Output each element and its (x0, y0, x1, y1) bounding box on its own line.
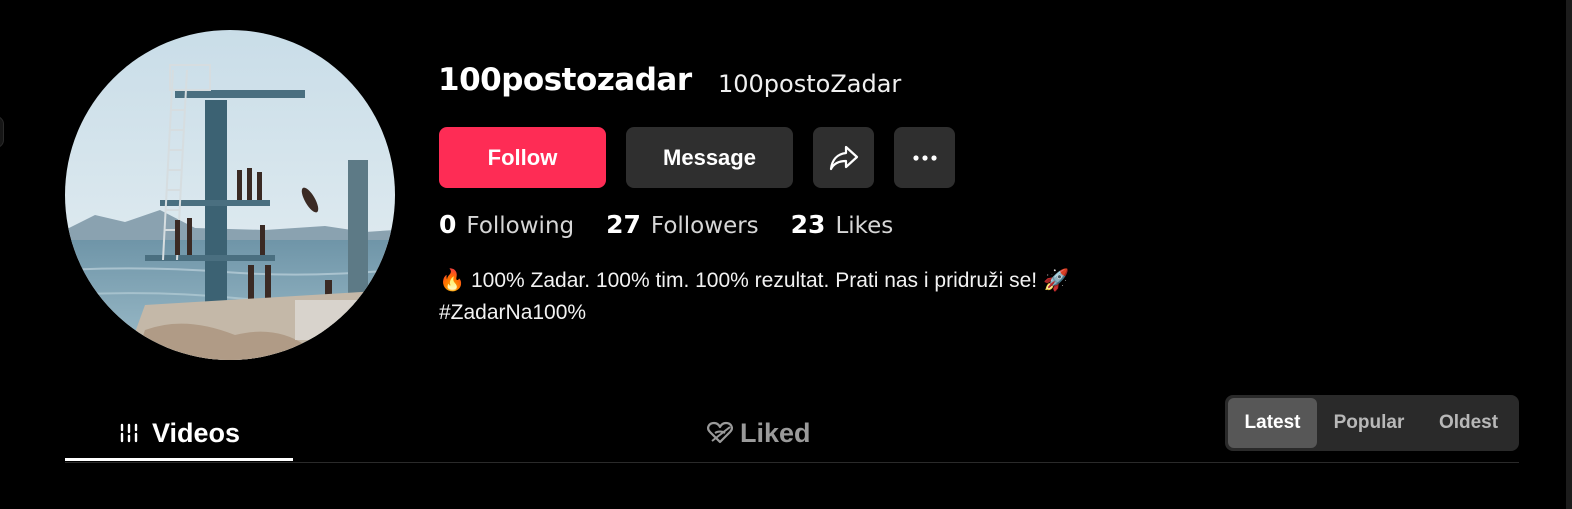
avatar (65, 30, 395, 360)
tab-liked[interactable]: Liked (706, 404, 811, 462)
rocket-emoji-icon: 🚀 (1042, 269, 1070, 292)
more-options-button[interactable] (894, 127, 955, 188)
collapsed-panel-handle[interactable] (0, 116, 4, 148)
share-icon (829, 145, 858, 170)
tab-liked-label: Liked (740, 417, 811, 448)
likes-stat: 23 Likes (791, 210, 894, 239)
bio-hashtag[interactable]: #ZadarNa100% (439, 297, 586, 329)
message-button[interactable]: Message (626, 127, 793, 188)
followers-label: Followers (650, 213, 759, 239)
followers-stat[interactable]: 27 Followers (606, 210, 759, 239)
hidden-heart-icon (707, 421, 733, 444)
tab-videos-label: Videos (152, 417, 241, 448)
likes-label: Likes (835, 213, 894, 239)
profile-stats: 0 Following 27 Followers 23 Likes (439, 210, 925, 239)
active-tab-indicator (65, 458, 293, 461)
profile-bio: 🔥 100% Zadar. 100% tim. 100% rezultat. P… (439, 265, 1069, 329)
follow-button[interactable]: Follow (439, 127, 606, 188)
share-button[interactable] (813, 127, 874, 188)
tab-videos[interactable]: Videos (118, 404, 240, 462)
sort-latest[interactable]: Latest (1228, 398, 1317, 448)
sort-oldest[interactable]: Oldest (1421, 398, 1516, 448)
profile-username: 100postozadar (438, 62, 692, 98)
scrollbar[interactable] (1566, 0, 1572, 509)
profile-nickname: 100postoZadar (718, 70, 902, 98)
following-stat[interactable]: 0 Following (439, 210, 574, 239)
fire-emoji-icon: 🔥 (439, 269, 466, 292)
tabs-divider (65, 462, 1519, 463)
more-icon (912, 154, 937, 161)
followers-count: 27 (606, 210, 641, 239)
following-count: 0 (439, 210, 457, 239)
grid-icon (120, 423, 138, 443)
following-label: Following (466, 213, 575, 239)
sort-segmented-control: Latest Popular Oldest (1225, 395, 1519, 451)
likes-count: 23 (790, 210, 826, 239)
bio-text: 100% Zadar. 100% tim. 100% rezultat. Pra… (465, 269, 1043, 292)
sort-popular[interactable]: Popular (1317, 398, 1421, 448)
